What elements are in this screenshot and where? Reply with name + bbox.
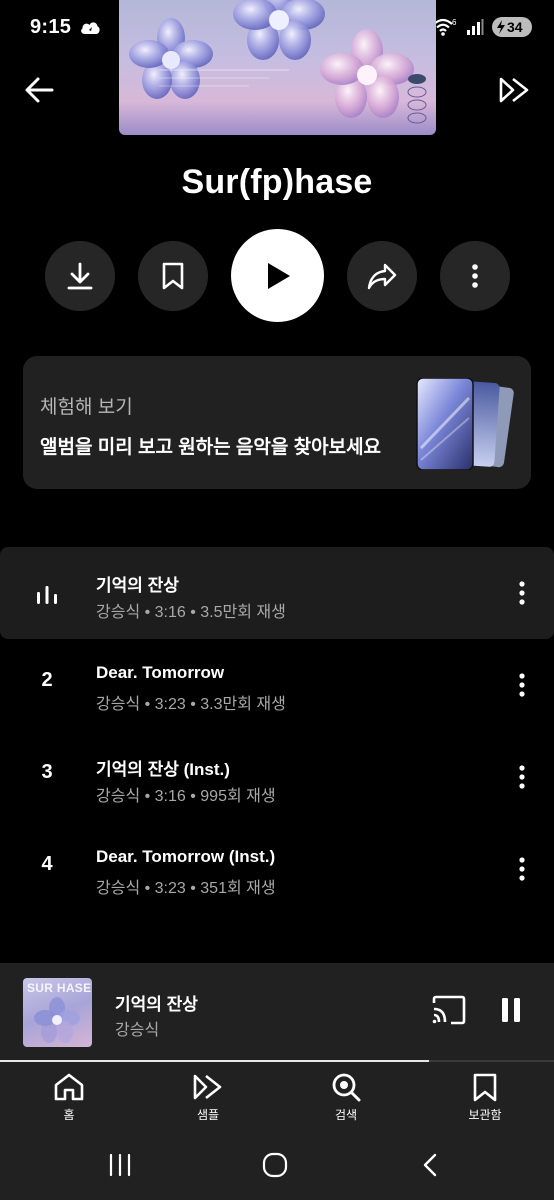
- nav-library-label: 보관함: [468, 1108, 502, 1122]
- nav-search[interactable]: 검색: [306, 1072, 386, 1123]
- track-more-button[interactable]: [508, 575, 536, 611]
- save-to-library-button[interactable]: [138, 241, 208, 311]
- track-row[interactable]: 2 Dear. Tomorrow 강승식 • 3:23 • 3.3만회 재생: [0, 639, 554, 731]
- track-more-button[interactable]: [508, 851, 536, 887]
- recent-apps-icon: [109, 1153, 131, 1177]
- nav-samples-label: 샘플: [196, 1108, 220, 1122]
- promo-illustration: [415, 377, 515, 471]
- track-more-button[interactable]: [508, 759, 536, 795]
- track-meta: 강승식 • 3:23 • 351회 재생: [96, 880, 276, 897]
- cast-icon: [432, 995, 466, 1025]
- track-number: 3: [41, 761, 53, 783]
- cloud-icon: [79, 18, 101, 43]
- samples-icon: [193, 1074, 222, 1100]
- promo-text: 앨범을 미리 보고 원하는 음악을 찾아보세요: [40, 437, 382, 458]
- album-actions: [0, 229, 554, 323]
- mini-cover-text: SUR HASE: [27, 981, 92, 995]
- mini-player[interactable]: SUR HASE 기억의 잔상 강승식: [0, 963, 554, 1062]
- play-icon: [267, 262, 290, 289]
- promo-label: 체험해 보기: [40, 397, 133, 418]
- samples-shortcut-button[interactable]: [494, 70, 534, 110]
- home-icon: [54, 1073, 84, 1101]
- track-title: Dear. Tomorrow (Inst.): [96, 847, 276, 866]
- download-icon: [67, 262, 93, 290]
- share-icon: [367, 263, 397, 290]
- track-more-button[interactable]: [508, 667, 536, 703]
- battery-level: 34: [507, 19, 523, 35]
- more-vertical-icon: [519, 857, 525, 881]
- track-row[interactable]: 4 Dear. Tomorrow (Inst.) 강승식 • 3:23 • 35…: [0, 823, 554, 915]
- download-button[interactable]: [45, 241, 115, 311]
- play-button[interactable]: [231, 229, 324, 322]
- search-icon: [332, 1073, 361, 1102]
- back-button[interactable]: [20, 70, 60, 110]
- track-list: 기억의 잔상 강승식 • 3:16 • 3.5만회 재생 2 Dear. Tom…: [0, 547, 554, 915]
- track-title: 기억의 잔상: [96, 576, 179, 595]
- home-circle-icon: [262, 1152, 288, 1178]
- track-row[interactable]: 기억의 잔상 강승식 • 3:16 • 3.5만회 재생: [0, 547, 554, 639]
- library-icon: [473, 1073, 497, 1102]
- nav-samples[interactable]: 샘플: [168, 1072, 248, 1123]
- track-title: Dear. Tomorrow: [96, 663, 225, 682]
- svg-text:6: 6: [452, 18, 457, 27]
- album-cover: [119, 0, 436, 135]
- track-title: 기억의 잔상 (Inst.): [96, 760, 230, 779]
- cast-button[interactable]: [431, 995, 467, 1030]
- mini-player-title: 기억의 잔상: [115, 995, 198, 1014]
- track-row[interactable]: 3 기억의 잔상 (Inst.) 강승식 • 3:16 • 995회 재생: [0, 731, 554, 823]
- more-options-button[interactable]: [440, 241, 510, 311]
- more-vertical-icon: [519, 581, 525, 605]
- signal-icon: [467, 19, 484, 35]
- chevron-left-icon: [423, 1153, 437, 1177]
- nav-library[interactable]: 보관함: [445, 1072, 525, 1123]
- pause-icon: [502, 998, 520, 1022]
- album-title: Sur(fp)hase: [181, 163, 373, 201]
- status-time: 9:15: [30, 16, 72, 38]
- double-play-icon: [499, 77, 529, 103]
- now-playing-equalizer-icon: [35, 584, 59, 609]
- arrow-left-icon: [25, 77, 54, 103]
- mini-player-cover: SUR HASE: [23, 978, 92, 1047]
- system-back-button[interactable]: [420, 1152, 440, 1183]
- bookmark-icon: [162, 262, 184, 290]
- more-vertical-icon: [519, 673, 525, 697]
- recent-apps-button[interactable]: [107, 1152, 133, 1183]
- track-meta: 강승식 • 3:16 • 3.5만회 재생: [96, 604, 286, 621]
- more-vertical-icon: [519, 765, 525, 789]
- nav-home-label: 홈: [63, 1108, 75, 1122]
- share-button[interactable]: [347, 241, 417, 311]
- more-vertical-icon: [472, 264, 478, 288]
- track-meta: 강승식 • 3:23 • 3.3만회 재생: [96, 696, 286, 713]
- track-meta: 강승식 • 3:16 • 995회 재생: [96, 788, 276, 805]
- charging-icon: [497, 20, 505, 34]
- pause-button[interactable]: [500, 995, 522, 1030]
- preview-promo-card[interactable]: 체험해 보기 앨범을 미리 보고 원하는 음악을 찾아보세요: [23, 356, 531, 489]
- battery-indicator: 34: [492, 17, 532, 37]
- bottom-navigation: 홈 샘플 검색 보관함: [0, 1062, 554, 1134]
- track-number: 4: [41, 853, 53, 875]
- track-number: 2: [41, 669, 53, 691]
- nav-search-label: 검색: [334, 1108, 358, 1122]
- mini-player-artist: 강승식: [115, 1022, 160, 1039]
- nav-home[interactable]: 홈: [29, 1072, 109, 1123]
- system-navigation-bar: [0, 1134, 554, 1200]
- home-system-button[interactable]: [262, 1152, 288, 1183]
